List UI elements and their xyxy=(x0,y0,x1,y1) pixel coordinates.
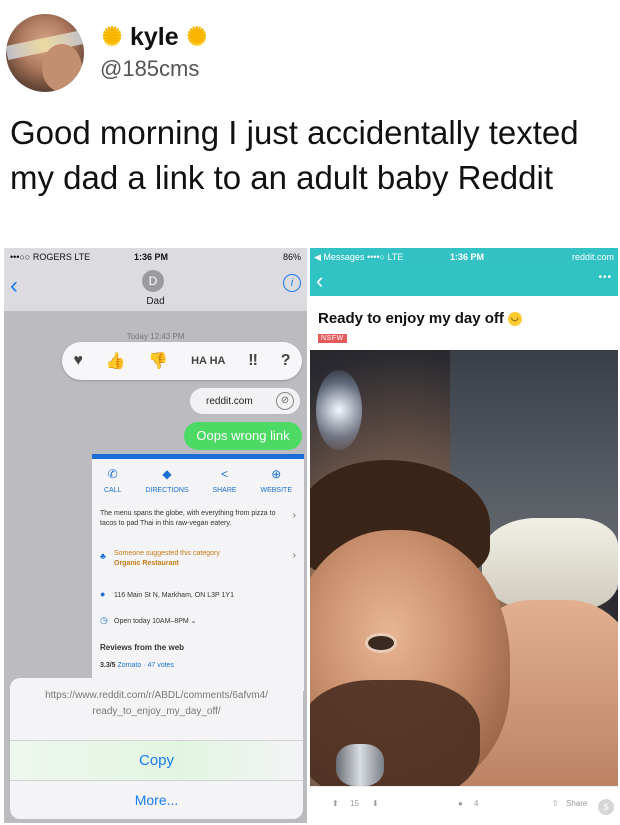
status-bar: ◀ Messages ••••○ LTE 1:36 PM reddit.com xyxy=(310,248,618,266)
category-suggestion[interactable]: ♣ Someone suggested this category Organi… xyxy=(100,549,296,569)
link-domain: reddit.com xyxy=(206,395,253,407)
link-preview-bubble[interactable]: reddit.com ⊘ xyxy=(190,388,300,414)
sheet-url: https://www.reddit.com/r/ABDL/comments/6… xyxy=(10,678,303,740)
upvote-icon[interactable]: ⬆ xyxy=(332,799,339,808)
post-title: Ready to enjoy my day off xyxy=(318,310,504,327)
chevron-right-icon: › xyxy=(292,550,296,561)
rating-value: 3.3/5 xyxy=(100,662,116,669)
sun-emoji-icon xyxy=(185,22,209,51)
share-action[interactable]: < SHARE xyxy=(212,467,236,494)
directions-action[interactable]: ◆ DIRECTIONS xyxy=(145,467,188,494)
heart-tapback-icon[interactable]: ♥ xyxy=(73,352,83,370)
contact-avatar[interactable]: D xyxy=(142,270,164,292)
hours-row[interactable]: ◷ Open today 10AM–8PM ⌄ xyxy=(100,615,296,627)
website-action[interactable]: ⊕ WEBSITE xyxy=(260,467,292,494)
carrier-label: •••○○ ROGERS LTE xyxy=(10,252,91,262)
status-time: 1:36 PM xyxy=(134,252,169,262)
reddit-screenshot: ◀ Messages ••••○ LTE 1:36 PM reddit.com … xyxy=(310,248,618,823)
display-name: kyle xyxy=(130,22,179,51)
share-label[interactable]: Share xyxy=(566,799,587,808)
post-title-row: Ready to enjoy my day off xyxy=(318,310,522,327)
action-sheet: https://www.reddit.com/r/ABDL/comments/6… xyxy=(10,678,303,819)
comment-icon[interactable]: ● xyxy=(458,799,463,808)
message-timestamp: Today 12:43 PM xyxy=(126,332,185,341)
status-time: 1:36 PM xyxy=(450,252,485,262)
downvote-icon[interactable]: ⬇ xyxy=(372,799,379,808)
place-description[interactable]: The menu spans the globe, with everythin… xyxy=(100,509,296,529)
comment-count: 4 xyxy=(474,799,479,808)
haha-tapback-icon[interactable]: HA HA xyxy=(191,356,225,367)
call-action[interactable]: ✆ CALL xyxy=(104,467,122,494)
share-icon[interactable]: ⇧ xyxy=(552,799,559,808)
more-button[interactable]: More... xyxy=(10,780,303,819)
award-icon[interactable]: $ xyxy=(598,799,614,815)
post-meta-faded xyxy=(322,296,612,306)
compass-icon: ⊘ xyxy=(276,392,294,410)
chevron-right-icon: › xyxy=(292,510,296,521)
place-actions: ✆ CALL ◆ DIRECTIONS < SHARE ⊕ WEBSITE xyxy=(92,467,304,494)
directions-icon: ◆ xyxy=(162,467,172,481)
tweet-text: Good morning I just accidentally texted … xyxy=(10,114,579,196)
reviews-heading: Reviews from the web xyxy=(100,643,185,652)
chevron-down-icon: ⌄ xyxy=(190,618,197,625)
status-bar: •••○○ ROGERS LTE 1:36 PM 86% xyxy=(4,248,307,266)
clock-icon: ◷ xyxy=(100,615,108,625)
info-icon[interactable]: i xyxy=(283,274,301,292)
sent-message-bubble[interactable]: Oops wrong link xyxy=(184,422,302,450)
contact-name[interactable]: Dad xyxy=(4,296,307,307)
address-row[interactable]: ● 116 Main St N, Markham, ON L3P 1Y1 xyxy=(100,589,296,601)
imessage-screenshot: •••○○ ROGERS LTE 1:36 PM 86% ‹ D Dad i T… xyxy=(4,248,307,823)
category-icon: ♣ xyxy=(100,551,106,561)
sun-emoji-icon xyxy=(100,22,124,51)
back-to-messages[interactable]: ◀ Messages ••••○ LTE xyxy=(314,252,403,263)
smiley-emoji-icon xyxy=(507,311,522,326)
globe-icon: ⊕ xyxy=(271,467,282,481)
conversation-header: ‹ D Dad i xyxy=(4,266,307,311)
copy-button[interactable]: Copy xyxy=(10,740,303,781)
thumbs-up-tapback-icon[interactable]: 👍 xyxy=(106,351,126,371)
post-photo[interactable] xyxy=(310,350,618,786)
question-tapback-icon[interactable]: ? xyxy=(281,352,291,370)
more-options-icon[interactable]: ••• xyxy=(598,272,612,283)
emphasis-tapback-icon[interactable]: ‼ xyxy=(248,352,258,370)
nsfw-tag: NSFW xyxy=(318,334,347,343)
location-pin-icon: ● xyxy=(100,589,106,599)
battery-level: 86% xyxy=(282,252,301,262)
user-handle[interactable]: @185cms xyxy=(100,56,199,82)
rating-source: Zomato · 47 votes xyxy=(117,662,174,669)
status-domain: reddit.com xyxy=(571,252,614,262)
display-name-row[interactable]: kyle xyxy=(100,22,209,52)
share-icon: < xyxy=(221,467,229,481)
upvote-count: 15 xyxy=(350,799,359,808)
back-chevron-icon[interactable]: ‹ xyxy=(316,268,323,294)
phone-icon: ✆ xyxy=(107,467,118,481)
thumbs-down-tapback-icon[interactable]: 👎 xyxy=(148,351,168,371)
reddit-nav-bar: ‹ ••• xyxy=(310,266,618,296)
place-card: ✆ CALL ◆ DIRECTIONS < SHARE ⊕ WEBSITE The me… xyxy=(92,454,304,691)
tapback-menu: ♥ 👍 👎 HA HA ‼ ? xyxy=(62,342,302,380)
profile-avatar[interactable] xyxy=(6,14,84,92)
post-footer: ⬆ 15 ⬇ ● 4 ⇧ Share $ xyxy=(310,786,618,823)
reviews-section[interactable]: Reviews from the web 3.3/5 Zomato · 47 v… xyxy=(100,643,296,671)
